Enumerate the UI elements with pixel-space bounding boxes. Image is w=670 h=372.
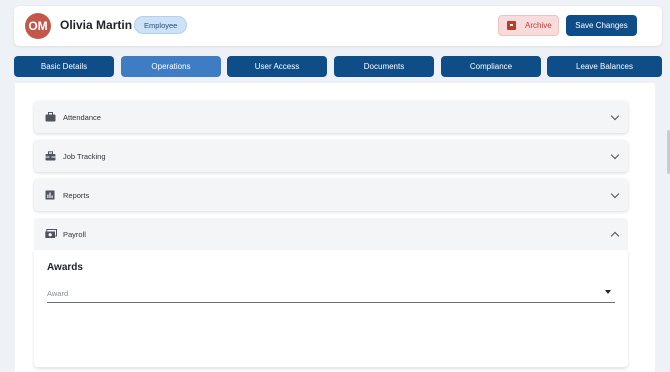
chevron-down-icon (610, 150, 620, 160)
chevron-down-icon (610, 111, 620, 121)
payroll-content: Awards Award (34, 250, 628, 367)
tab-operations[interactable]: Operations (121, 56, 221, 77)
tab-documents[interactable]: Documents (334, 56, 434, 77)
accordion-job-tracking[interactable]: Job Tracking (34, 140, 628, 172)
archive-icon (507, 21, 516, 30)
chevron-up-icon (610, 231, 620, 241)
accordion-label: Reports (63, 191, 90, 200)
avatar: OM (25, 13, 51, 39)
accordion-label: Job Tracking (63, 152, 106, 161)
briefcase-icon (45, 112, 56, 122)
money-icon (45, 229, 57, 238)
accordion-reports[interactable]: Reports (34, 179, 628, 211)
operations-panel: Attendance Job Tracking Reports Payroll (15, 83, 655, 372)
tab-bar: Basic Details Operations User Access Doc… (14, 56, 662, 77)
accordion-label: Payroll (63, 230, 86, 239)
archive-button[interactable]: Archive (498, 15, 559, 36)
tab-basic-details[interactable]: Basic Details (14, 56, 114, 77)
accordion-label: Attendance (63, 113, 101, 122)
tab-compliance[interactable]: Compliance (441, 56, 541, 77)
toolbox-icon (45, 151, 56, 161)
awards-title: Awards (47, 262, 83, 273)
employee-name: Olivia Martin (60, 18, 133, 32)
award-placeholder: Award (47, 289, 69, 298)
accordion-attendance[interactable]: Attendance (34, 101, 628, 133)
bar-chart-icon (45, 190, 55, 200)
chevron-down-icon (610, 189, 620, 199)
archive-label: Archive (525, 21, 552, 30)
employee-header: OM Olivia Martin Employee Archive Save C… (14, 6, 662, 46)
award-select[interactable]: Award (47, 286, 615, 303)
tab-user-access[interactable]: User Access (227, 56, 327, 77)
employee-badge: Employee (134, 16, 188, 34)
tab-leave-balances[interactable]: Leave Balances (547, 56, 662, 77)
save-changes-button[interactable]: Save Changes (566, 15, 637, 36)
dropdown-caret-icon (605, 290, 611, 294)
accordion-payroll[interactable]: Payroll (34, 218, 628, 250)
